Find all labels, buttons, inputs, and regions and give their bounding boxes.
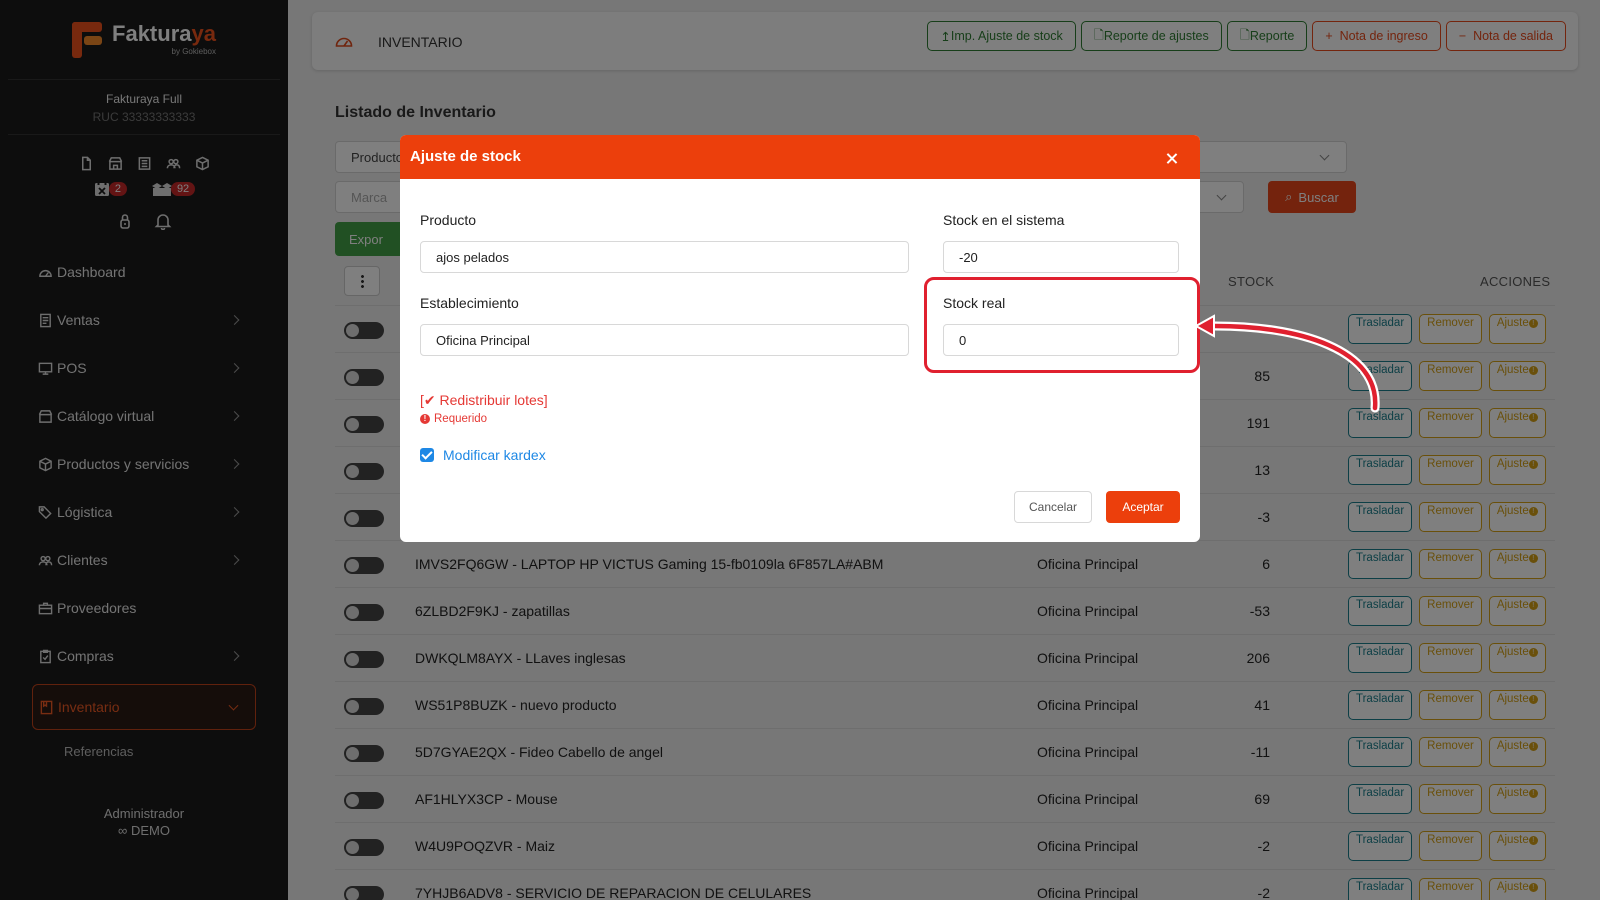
modify-kardex-checkbox[interactable]: Modificar kardex bbox=[420, 447, 546, 463]
annotation-arrow bbox=[1193, 314, 1380, 413]
stock-sistema-label: Stock en el sistema bbox=[943, 212, 1065, 228]
dialog-header: Ajuste de stock bbox=[400, 135, 1200, 179]
required-error: ! Requerido bbox=[420, 413, 487, 425]
cancel-button[interactable]: Cancelar bbox=[1014, 491, 1092, 523]
producto-field[interactable]: ajos pelados bbox=[420, 241, 909, 273]
producto-label: Producto bbox=[420, 212, 477, 228]
accept-button[interactable]: Aceptar bbox=[1106, 491, 1180, 523]
establecimiento-field[interactable]: Oficina Principal bbox=[420, 324, 909, 356]
redistribute-lots-link[interactable]: [✔ Redistribuir lotes] bbox=[420, 392, 548, 409]
stock-sistema-field[interactable]: -20 bbox=[943, 241, 1179, 273]
highlight-box bbox=[924, 277, 1200, 373]
error-icon: ! bbox=[420, 414, 430, 424]
checkbox-checked-icon bbox=[420, 448, 434, 462]
close-icon[interactable] bbox=[1164, 150, 1180, 166]
establecimiento-label: Establecimiento bbox=[420, 295, 519, 311]
dialog-title: Ajuste de stock bbox=[410, 148, 521, 165]
